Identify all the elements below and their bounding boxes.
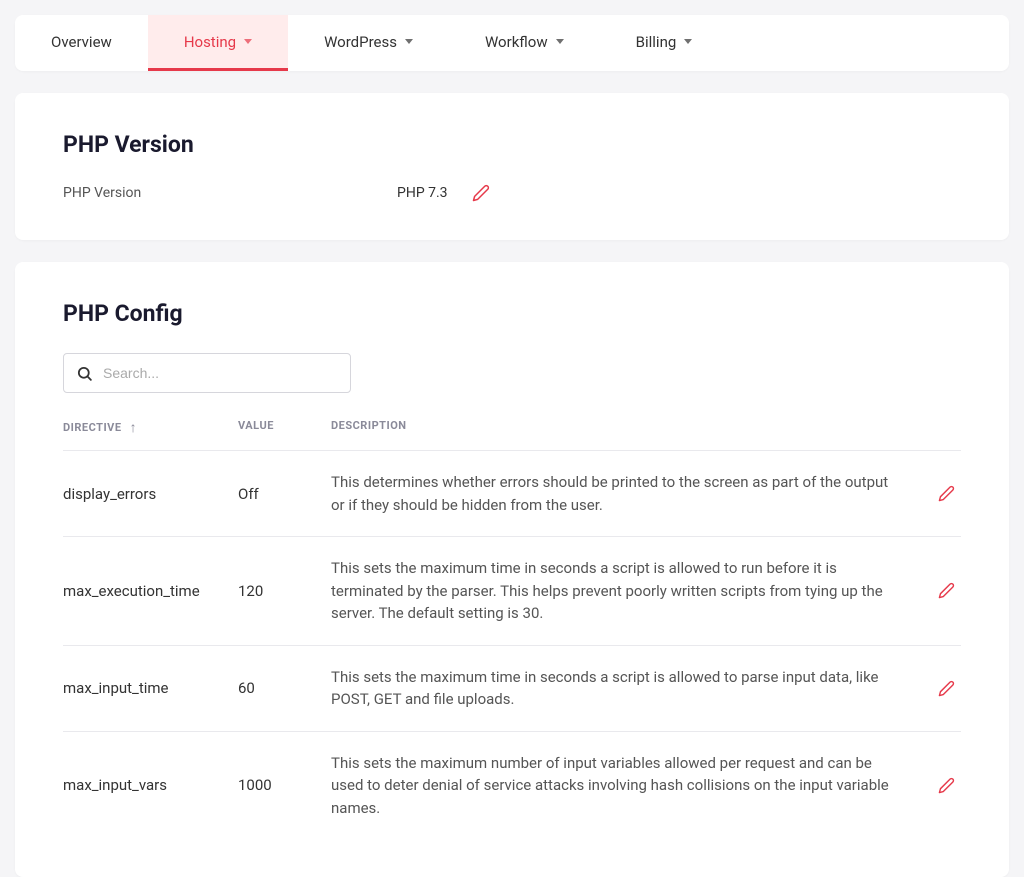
edit-button[interactable] [931, 680, 961, 697]
php-config-panel: PHP Config DIRECTIVE ↑ VALUE DESCRIPTION… [15, 262, 1009, 877]
edit-button[interactable] [931, 582, 961, 599]
tab-label: WordPress [324, 33, 397, 51]
cell-value: 1000 [238, 776, 331, 794]
search-icon [76, 365, 93, 382]
edit-button[interactable] [931, 777, 961, 794]
cell-description: This sets the maximum number of input va… [331, 752, 931, 820]
pencil-icon [938, 485, 955, 502]
tab-label: Workflow [485, 33, 548, 51]
cell-value: Off [238, 485, 331, 503]
header-value[interactable]: VALUE [238, 419, 331, 436]
sort-arrow-up-icon: ↑ [130, 419, 138, 436]
cell-directive: max_execution_time [63, 582, 238, 600]
top-tabs: Overview Hosting WordPress Workflow Bill… [15, 15, 1009, 71]
tab-hosting[interactable]: Hosting [148, 15, 288, 71]
cell-directive: max_input_time [63, 679, 238, 697]
tab-label: Billing [636, 33, 677, 51]
tab-wordpress[interactable]: WordPress [288, 15, 449, 71]
edit-button[interactable] [931, 485, 961, 502]
caret-down-icon [244, 39, 252, 44]
search-input[interactable] [103, 365, 338, 381]
cell-description: This determines whether errors should be… [331, 471, 931, 516]
pencil-icon [938, 680, 955, 697]
php-version-panel: PHP Version PHP Version PHP 7.3 [15, 93, 1009, 240]
table-row: display_errors Off This determines wheth… [63, 450, 961, 536]
tab-label: Hosting [184, 33, 236, 51]
cell-value: 120 [238, 582, 331, 600]
caret-down-icon [684, 39, 692, 44]
pencil-icon [938, 582, 955, 599]
header-directive[interactable]: DIRECTIVE ↑ [63, 419, 238, 436]
tab-billing[interactable]: Billing [600, 15, 729, 71]
search-box [63, 353, 351, 393]
php-version-row: PHP Version PHP 7.3 [63, 184, 961, 202]
tab-label: Overview [51, 33, 112, 51]
table-row: max_input_vars 1000 This sets the maximu… [63, 731, 961, 840]
caret-down-icon [556, 39, 564, 44]
php-version-label: PHP Version [63, 185, 373, 201]
cell-value: 60 [238, 679, 331, 697]
tab-overview[interactable]: Overview [15, 15, 148, 71]
cell-description: This sets the maximum time in seconds a … [331, 666, 931, 711]
panel-title: PHP Version [63, 131, 961, 158]
table-row: max_input_time 60 This sets the maximum … [63, 645, 961, 731]
pencil-icon[interactable] [472, 184, 490, 202]
php-version-value: PHP 7.3 [397, 185, 448, 201]
table-header: DIRECTIVE ↑ VALUE DESCRIPTION [63, 419, 961, 450]
caret-down-icon [405, 39, 413, 44]
tab-workflow[interactable]: Workflow [449, 15, 600, 71]
pencil-icon [938, 777, 955, 794]
config-table: DIRECTIVE ↑ VALUE DESCRIPTION display_er… [63, 419, 961, 839]
table-row: max_execution_time 120 This sets the max… [63, 536, 961, 645]
cell-directive: display_errors [63, 485, 238, 503]
panel-title: PHP Config [63, 300, 961, 327]
cell-description: This sets the maximum time in seconds a … [331, 557, 931, 625]
cell-directive: max_input_vars [63, 776, 238, 794]
header-description[interactable]: DESCRIPTION [331, 419, 931, 436]
